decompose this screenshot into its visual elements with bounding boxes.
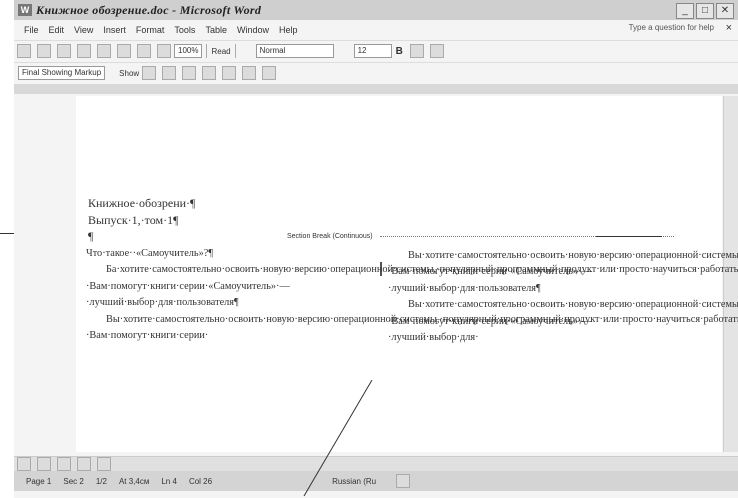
spelling-status-icon[interactable]	[396, 474, 411, 488]
close-button[interactable]: ✕	[716, 3, 734, 19]
accept-change-icon[interactable]	[182, 66, 197, 80]
callout-line-right	[596, 236, 662, 237]
save-icon[interactable]	[57, 44, 71, 58]
menu-insert[interactable]: Insert	[103, 25, 126, 35]
reject-change-icon[interactable]	[202, 66, 217, 80]
document-heading-2: Выпуск·1,·том·1¶	[88, 213, 179, 227]
paragraph-mark: ¶	[88, 229, 94, 243]
show-hide-icon[interactable]	[157, 44, 171, 58]
previous-change-icon[interactable]	[142, 66, 157, 80]
reviewing-pane-icon[interactable]	[262, 66, 277, 80]
style-select[interactable]: Normal	[255, 44, 334, 58]
table-icon[interactable]	[137, 44, 151, 58]
word-icon: W	[18, 4, 32, 16]
status-page: Page 1	[26, 476, 52, 486]
status-section: Sec 2	[63, 476, 84, 486]
toolbar-separator	[206, 44, 208, 58]
insert-comment-icon[interactable]	[222, 66, 237, 80]
menu-bar: File Edit View Insert Format Tools Table…	[14, 21, 738, 39]
callout-pointer	[303, 380, 373, 497]
maximize-button[interactable]: □	[696, 3, 714, 19]
column-1-line-1: Что·такое··«Самоучитель»?¶	[86, 248, 213, 259]
column-1: Что·такое··«Самоучитель»?¶ Ба·хотите·сам…	[86, 246, 738, 344]
zoom-select[interactable]: 100%	[174, 44, 203, 58]
section-break-label: Section Break (Continuous)	[284, 233, 376, 240]
column-2-paragraph-1: Вы·хотите·самостоятельно·освоить·новую·в…	[388, 250, 738, 294]
menu-table[interactable]: Table	[205, 25, 227, 35]
redo-icon[interactable]	[117, 44, 131, 58]
document-heading-1: Книжное·обозрени·¶	[88, 196, 196, 210]
read-button[interactable]: Read	[211, 47, 230, 56]
menu-format[interactable]: Format	[136, 25, 165, 35]
menu-view[interactable]: View	[74, 25, 93, 35]
outline-view-icon[interactable]	[77, 457, 91, 471]
normal-view-icon[interactable]	[17, 457, 31, 471]
status-page-of: 1/2	[95, 476, 107, 486]
numbering-icon[interactable]	[409, 44, 424, 58]
standard-toolbar: 100% Read Normal 12 B	[14, 40, 738, 61]
help-search-input[interactable]: Type a question for help	[629, 23, 714, 32]
column-2-paragraph-2: Вы·хотите·самостоятельно·освоить·новую·в…	[388, 299, 738, 344]
column-1-paragraph-1: Ба·хотите·самостоятельно·освоить·новую·в…	[86, 264, 738, 309]
show-menu-button[interactable]: Show	[119, 69, 139, 78]
border-icon[interactable]	[429, 44, 444, 58]
status-at: At 3,4см	[118, 476, 150, 486]
print-icon[interactable]	[77, 44, 91, 58]
column-2: Вы·хотите·самостоятельно·освоить·новую·в…	[388, 248, 738, 346]
window-title: Книжное обозрение.doc - Microsoft Word	[36, 2, 262, 17]
menu-window[interactable]: Window	[237, 25, 269, 35]
menu-tools[interactable]: Tools	[174, 25, 195, 35]
toolbar-separator	[234, 44, 236, 58]
column-1-paragraph-2: Вы·хотите·самостоятельно·освоить·новую·в…	[86, 313, 738, 342]
window-controls: _ □ ✕	[676, 3, 734, 19]
display-for-review-select[interactable]: Final Showing Markup	[18, 66, 106, 80]
open-icon[interactable]	[37, 44, 51, 58]
new-icon[interactable]	[17, 44, 31, 58]
status-line: Ln 4	[161, 476, 177, 486]
close-document-icon[interactable]: ×	[726, 22, 732, 34]
menu-file[interactable]: File	[24, 25, 39, 35]
next-change-icon[interactable]	[162, 66, 177, 80]
print-layout-view-icon[interactable]	[57, 457, 71, 471]
reading-layout-view-icon[interactable]	[97, 457, 111, 471]
menu-edit[interactable]: Edit	[49, 25, 65, 35]
undo-icon[interactable]	[97, 44, 111, 58]
track-changes-icon[interactable]	[242, 66, 257, 80]
reviewing-toolbar: Final Showing Markup Show	[14, 62, 738, 83]
font-size-select[interactable]: 12	[353, 44, 392, 58]
status-column: Col 26	[188, 476, 213, 486]
minimize-button[interactable]: _	[676, 3, 694, 19]
web-layout-view-icon[interactable]	[37, 457, 51, 471]
ruler	[14, 84, 738, 94]
menu-help[interactable]: Help	[279, 25, 298, 35]
title-bar: W Книжное обозрение.doc - Microsoft Word…	[14, 0, 738, 20]
bold-button[interactable]: B	[396, 46, 403, 57]
